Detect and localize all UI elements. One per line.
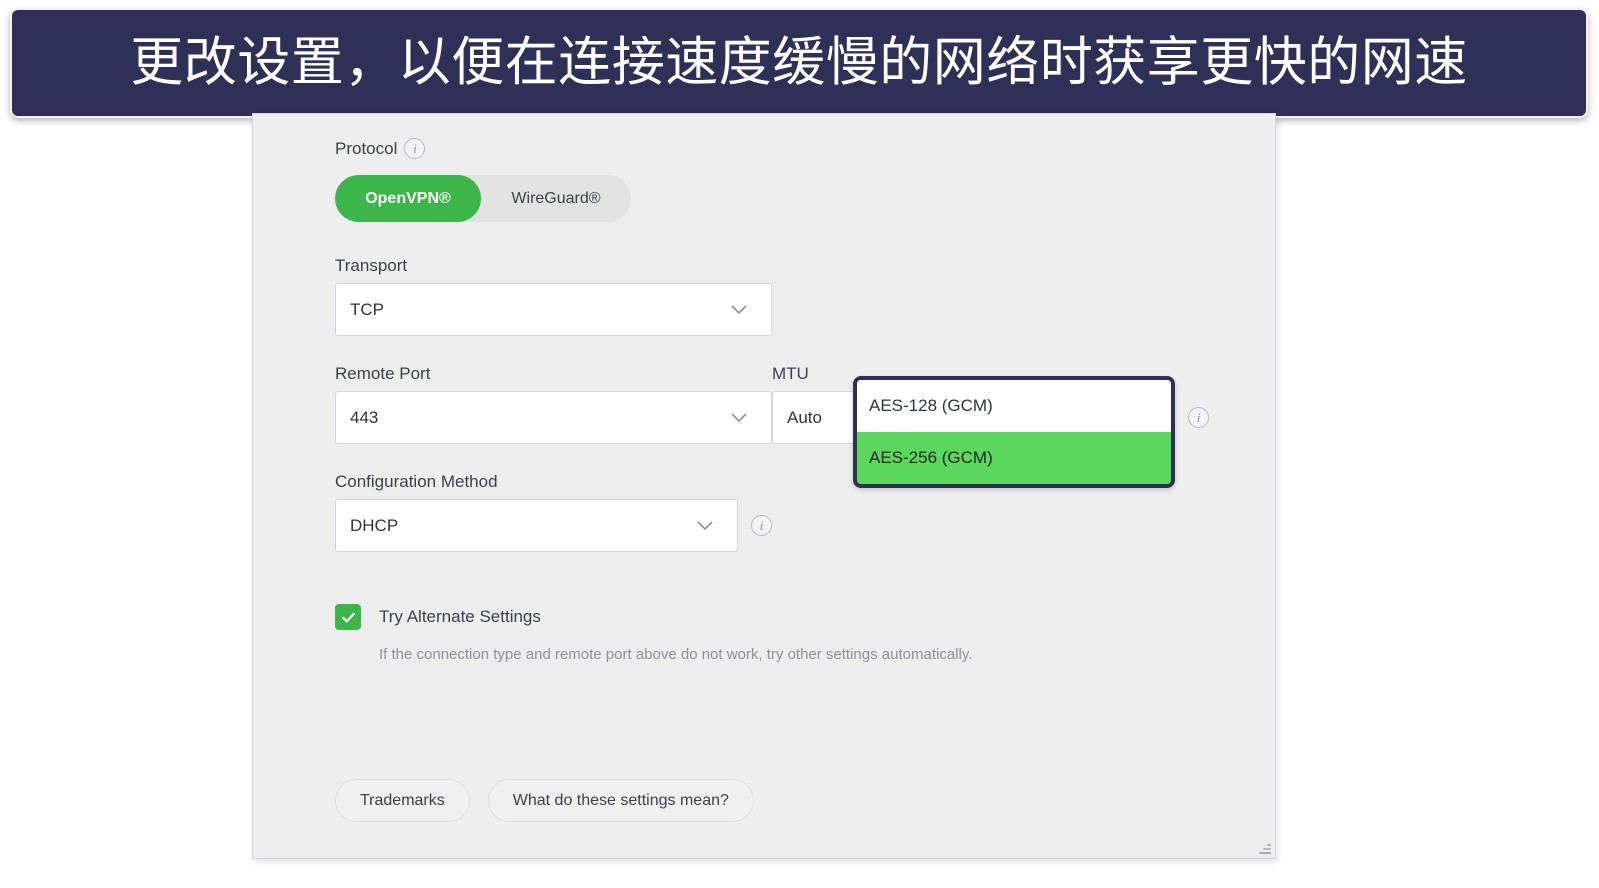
resize-grip-icon[interactable] [1258,841,1271,854]
remote-port-field: Remote Port 443 [335,364,772,444]
protocol-section: Protocol i OpenVPN® WireGuard® [335,138,1217,222]
transport-field: Transport TCP [335,256,772,336]
configuration-method-control-row: DHCP i [335,499,772,552]
screenshot-root: 更改设置，以便在连接速度缓慢的网络时获享更快的网速 Protocol i Ope… [0,0,1599,888]
trademarks-button[interactable]: Trademarks [335,779,470,822]
chevron-down-icon [731,304,747,315]
transport-select[interactable]: TCP [335,283,772,336]
try-alternate-settings-label: Try Alternate Settings [379,607,541,626]
transport-label: Transport [335,256,408,275]
chevron-down-icon [731,412,747,423]
try-alternate-settings-help: If the connection type and remote port a… [379,646,973,663]
vpn-settings-panel: Protocol i OpenVPN® WireGuard® Transport… [252,113,1276,859]
info-icon[interactable]: i [751,515,772,536]
try-alternate-settings-checkbox[interactable] [335,604,361,630]
try-alternate-settings-row: Try Alternate Settings [335,604,1217,630]
info-icon[interactable]: i [1188,407,1209,428]
settings-help-button[interactable]: What do these settings mean? [487,779,754,822]
remote-port-select[interactable]: 443 [335,391,772,444]
configuration-method-select[interactable]: DHCP [335,499,738,552]
configuration-method-field: Configuration Method DHCP i [335,472,772,552]
annotation-banner-text: 更改设置，以便在连接速度缓慢的网络时获享更快的网速 [130,32,1468,94]
remote-port-label: Remote Port [335,364,431,383]
panel-content: Protocol i OpenVPN® WireGuard® Transport… [253,114,1275,858]
configuration-method-value: DHCP [350,515,399,535]
cipher-option-aes-256[interactable]: AES-256 (GCM) [857,432,1171,484]
protocol-label-row: Protocol i [335,138,1217,159]
chevron-down-icon [697,520,713,531]
protocol-option-wireguard[interactable]: WireGuard® [481,175,631,222]
remote-port-value: 443 [350,407,379,427]
form-row-transport: Transport TCP [335,256,1217,336]
resize-grip-line [1267,844,1271,846]
protocol-label: Protocol [335,138,398,158]
transport-row-right-spacer [772,256,1209,336]
try-alternate-settings-section: Try Alternate Settings If the connection… [335,604,1217,663]
resize-grip-line [1259,852,1271,854]
configuration-method-label: Configuration Method [335,472,498,491]
panel-footer: Trademarks What do these settings mean? [335,779,754,822]
resize-grip-line [1263,848,1271,850]
annotation-banner: 更改设置，以便在连接速度缓慢的网络时获享更快的网速 [10,8,1588,118]
settings-form: Transport TCP Remote Port 443 MTU Auto i… [335,256,1217,552]
info-icon[interactable]: i [404,138,426,159]
protocol-segmented-control[interactable]: OpenVPN® WireGuard® [335,175,631,222]
protocol-option-openvpn[interactable]: OpenVPN® [335,175,481,222]
transport-value: TCP [350,299,384,319]
check-icon [340,609,357,626]
cipher-option-aes-128[interactable]: AES-128 (GCM) [857,380,1171,432]
cipher-dropdown-list[interactable]: AES-128 (GCM) AES-256 (GCM) [853,376,1175,488]
